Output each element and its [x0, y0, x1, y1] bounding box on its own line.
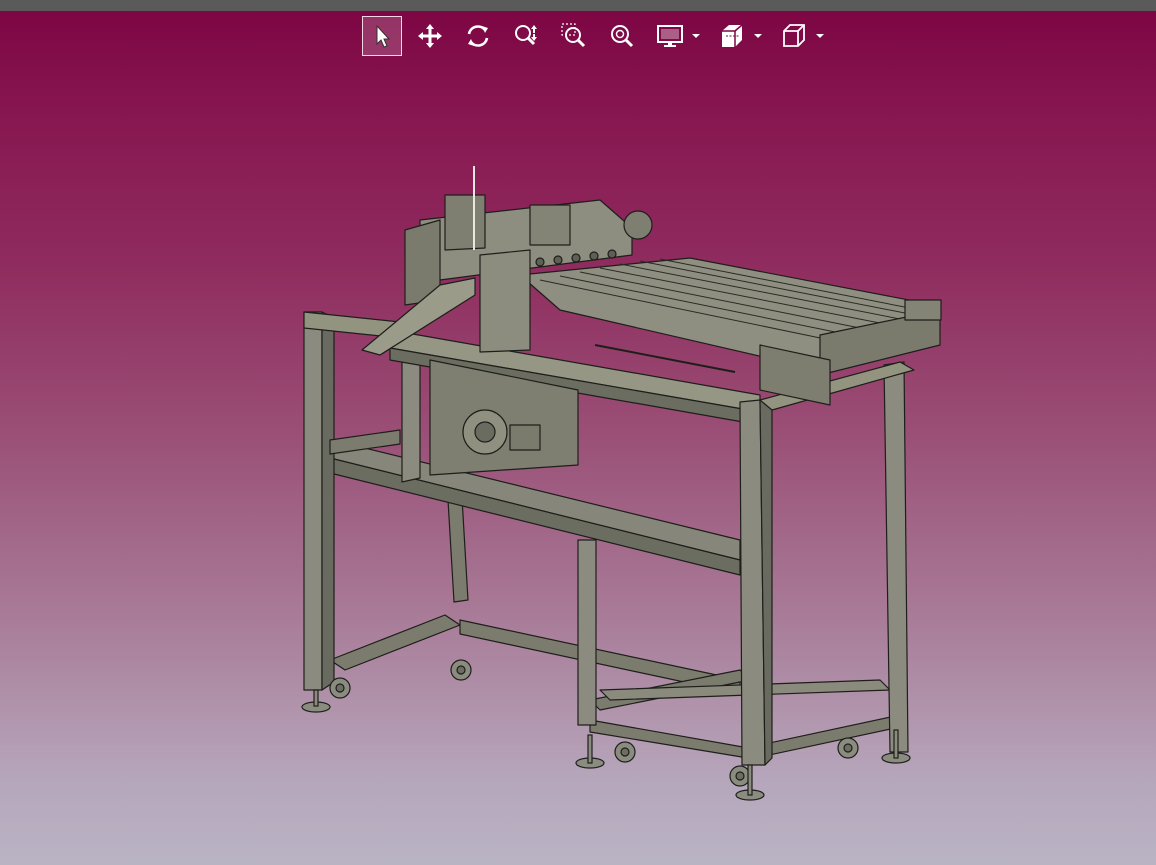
carriage [479, 249, 531, 353]
cursor-arrow-icon [376, 24, 391, 48]
section-view-button[interactable] [712, 16, 752, 56]
standard-views-dropdown[interactable] [816, 16, 830, 56]
select-tool-button[interactable] [362, 16, 402, 56]
window-top-bar [0, 0, 1156, 11]
view-toolbar [362, 15, 836, 57]
monitor-icon [657, 25, 683, 47]
display-mode-dropdown[interactable] [692, 16, 706, 56]
chevron-down-icon [816, 34, 824, 38]
move-arrows-icon [418, 24, 442, 48]
lower-rail-left [329, 614, 461, 671]
cube-view-icon [783, 24, 805, 47]
section-cube-icon [722, 24, 743, 47]
display-mode-button[interactable] [650, 16, 690, 56]
chevron-down-icon [754, 34, 762, 38]
3d-viewport[interactable] [0, 60, 1156, 865]
zoom-tool-button[interactable] [506, 16, 546, 56]
rear-right-leg [883, 361, 909, 753]
section-view-dropdown[interactable] [754, 16, 768, 56]
standard-views-button[interactable] [774, 16, 814, 56]
chevron-down-icon [692, 34, 700, 38]
zoom-fit-icon [611, 25, 634, 48]
rear-left-leg [447, 497, 469, 603]
front-left-leg [303, 311, 323, 691]
rotate-tool-button[interactable] [458, 16, 498, 56]
zoom-window-tool-button[interactable] [554, 16, 594, 56]
pan-tool-button[interactable] [410, 16, 450, 56]
rotate-icon [467, 25, 489, 47]
zoom-icon [515, 25, 537, 46]
machine-model[interactable] [0, 60, 1156, 865]
zoom-fit-tool-button[interactable] [602, 16, 642, 56]
zoom-window-icon [561, 23, 586, 48]
